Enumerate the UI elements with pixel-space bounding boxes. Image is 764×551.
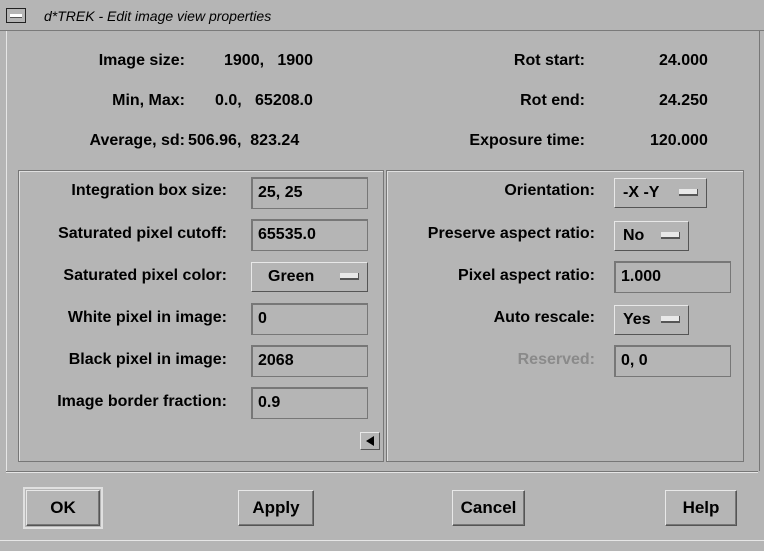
auto-rescale-select[interactable]: Yes: [614, 305, 689, 335]
saturated-pixel-cutoff-field[interactable]: 65535.0: [251, 219, 368, 251]
orientation-label: Orientation:: [504, 182, 595, 199]
white-pixel-label: White pixel in image:: [67, 309, 227, 326]
preserve-aspect-label: Preserve aspect ratio:: [427, 225, 595, 242]
rot-start-value: 24.000: [659, 52, 708, 69]
average-sd-value: 506.96, 823.24: [188, 132, 300, 149]
window-menu-button[interactable]: [6, 8, 26, 23]
reserved-label: Reserved:: [517, 351, 595, 368]
rot-start-label: Rot start:: [513, 52, 585, 69]
collapse-arrow-button[interactable]: [360, 432, 380, 450]
option-menu-indicator-icon: [679, 189, 698, 196]
window-title: d*TREK - Edit image view properties: [44, 8, 272, 24]
image-size-label: Image size:: [98, 52, 185, 69]
black-pixel-label: Black pixel in image:: [68, 351, 227, 368]
preserve-aspect-select[interactable]: No: [614, 221, 689, 251]
preserve-aspect-value: No: [623, 227, 645, 244]
rot-end-value: 24.250: [659, 92, 708, 109]
orientation-select[interactable]: -X -Y: [614, 178, 707, 208]
rot-end-label: Rot end:: [520, 92, 585, 109]
auto-rescale-value: Yes: [623, 311, 651, 328]
image-size-value: 1900, 1900: [224, 52, 313, 69]
window-bottom-edge: [0, 540, 764, 551]
title-bar: d*TREK - Edit image view properties: [0, 0, 764, 31]
button-separator: [6, 471, 758, 473]
saturated-pixel-color-select[interactable]: Green: [251, 262, 368, 292]
white-pixel-field[interactable]: 0: [251, 303, 368, 335]
pixel-aspect-label: Pixel aspect ratio:: [458, 267, 595, 284]
orientation-value: -X -Y: [623, 184, 660, 201]
left-arrow-icon: [366, 436, 374, 446]
min-max-label: Min, Max:: [112, 92, 185, 109]
pixel-aspect-field[interactable]: 1.000: [614, 261, 731, 293]
border-fraction-label: Image border fraction:: [57, 393, 227, 410]
option-menu-indicator-icon: [661, 232, 680, 239]
apply-button[interactable]: Apply: [238, 490, 314, 526]
cancel-button[interactable]: Cancel: [452, 490, 525, 526]
saturated-pixel-color-value: Green: [268, 268, 315, 285]
option-menu-indicator-icon: [340, 273, 359, 280]
black-pixel-field[interactable]: 2068: [251, 345, 368, 377]
exposure-time-label: Exposure time:: [469, 132, 585, 149]
integration-box-size-label: Integration box size:: [71, 182, 227, 199]
average-sd-label: Average, sd:: [89, 132, 185, 149]
exposure-time-value: 120.000: [650, 132, 708, 149]
reserved-field: 0, 0: [614, 345, 731, 377]
border-fraction-field[interactable]: 0.9: [251, 387, 368, 419]
option-menu-indicator-icon: [661, 316, 680, 323]
help-button[interactable]: Help: [665, 490, 737, 526]
auto-rescale-label: Auto rescale:: [493, 309, 595, 326]
saturated-pixel-color-label: Saturated pixel color:: [63, 267, 227, 284]
min-max-value: 0.0, 65208.0: [215, 92, 313, 109]
integration-box-size-field[interactable]: 25, 25: [251, 177, 368, 209]
ok-button[interactable]: OK: [23, 487, 103, 529]
saturated-pixel-cutoff-label: Saturated pixel cutoff:: [58, 225, 227, 242]
